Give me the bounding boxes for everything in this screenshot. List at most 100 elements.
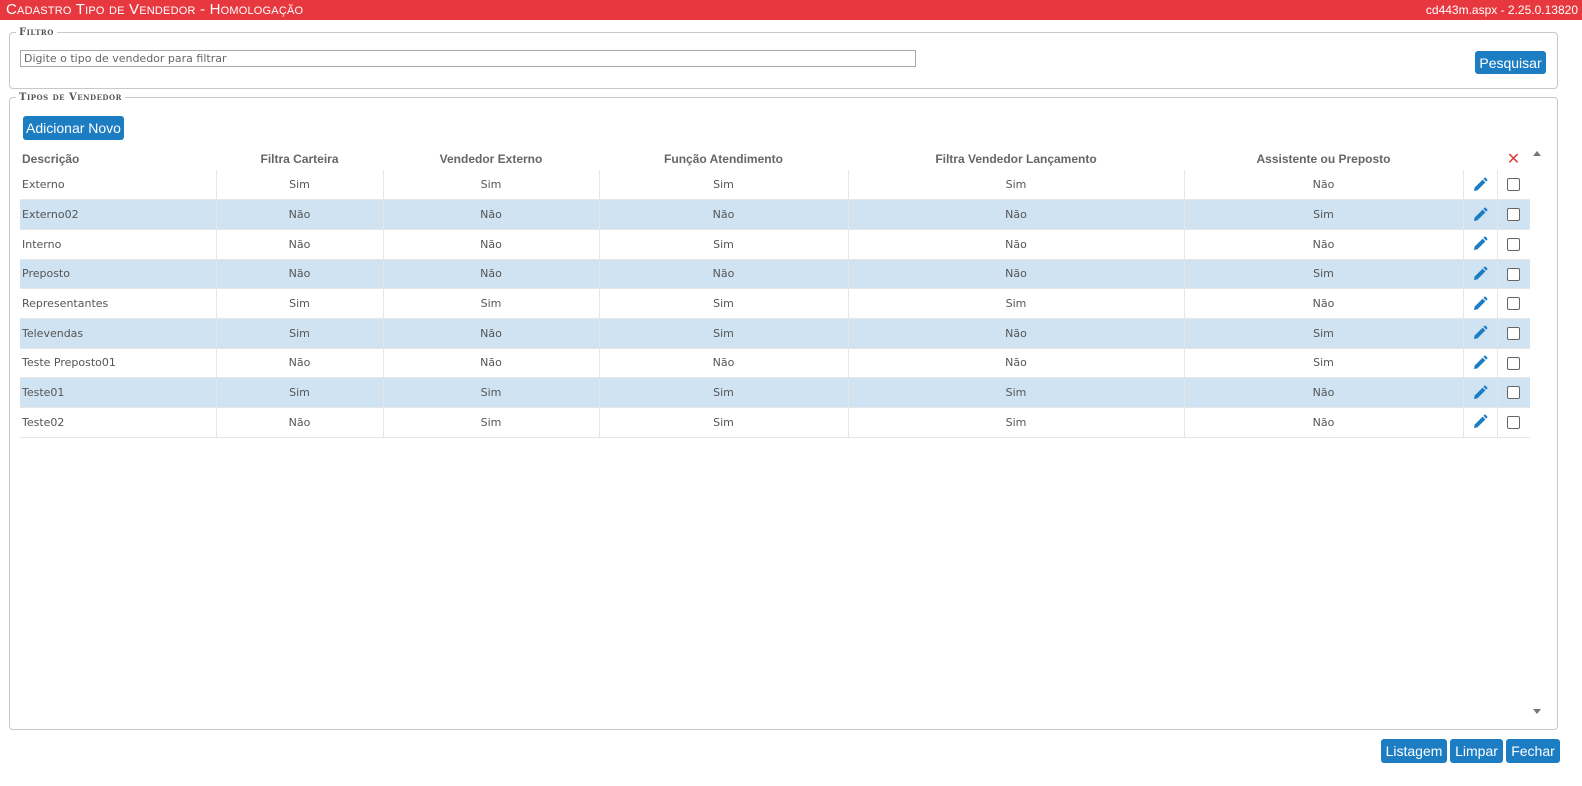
row-select-checkbox[interactable] (1507, 386, 1521, 400)
table-row[interactable]: Interno Não Não Sim Não Não (20, 229, 1530, 260)
cell-value: Não (216, 259, 384, 290)
column-header-filtra-vendedor-lancamento[interactable]: Filtra Vendedor Lançamento (848, 147, 1184, 170)
delete-selected-icon[interactable]: ✕ (1497, 147, 1530, 170)
row-select-checkbox[interactable] (1507, 327, 1521, 341)
pencil-icon[interactable] (1472, 414, 1488, 429)
cell-descricao: Teste01 (20, 377, 217, 408)
cell-value: Sim (599, 407, 849, 438)
cell-descricao: Representantes (20, 288, 217, 319)
cell-value: Não (383, 259, 600, 290)
cell-value: Sim (1184, 259, 1464, 290)
pencil-icon[interactable] (1472, 266, 1488, 280)
column-header-assistente-ou-preposto[interactable]: Assistente ou Preposto (1184, 147, 1463, 170)
cell-value: Não (383, 348, 600, 379)
cell-value: Sim (599, 170, 849, 201)
table-row[interactable]: Teste Preposto01 Não Não Não Não Sim (20, 348, 1530, 379)
pencil-icon[interactable] (1472, 207, 1488, 221)
cell-descricao: Externo02 (20, 199, 217, 230)
cell-value: Sim (1184, 348, 1464, 379)
cell-value: Não (848, 229, 1185, 260)
scroll-up-arrow-icon[interactable] (1533, 151, 1541, 156)
table-row[interactable]: Preposto Não Não Não Não Sim (20, 259, 1530, 290)
column-header-filtra-carteira[interactable]: Filtra Carteira (216, 147, 383, 170)
cell-value: Sim (216, 288, 384, 319)
cell-value: Não (1184, 170, 1464, 201)
edit-cell (1463, 407, 1498, 438)
cell-value: Sim (383, 377, 600, 408)
scroll-down-arrow-icon[interactable] (1533, 709, 1541, 714)
cell-descricao: Interno (20, 229, 217, 260)
select-cell (1497, 199, 1530, 230)
cell-value: Sim (216, 170, 384, 201)
table-row[interactable]: Teste01 Sim Sim Sim Sim Não (20, 377, 1530, 408)
seller-types-table: Descrição Filtra Carteira Vendedor Exter… (20, 147, 1530, 438)
pencil-icon[interactable] (1472, 177, 1488, 191)
select-cell (1497, 170, 1530, 201)
select-cell (1497, 348, 1530, 379)
cell-value: Não (216, 407, 384, 438)
row-select-checkbox[interactable] (1507, 178, 1521, 192)
table-row[interactable]: Representantes Sim Sim Sim Sim Não (20, 288, 1530, 319)
edit-cell (1463, 199, 1498, 230)
cell-value: Não (216, 348, 384, 379)
row-select-checkbox[interactable] (1507, 267, 1521, 281)
cell-value: Sim (848, 170, 1185, 201)
cell-value: Não (599, 259, 849, 290)
cell-value: Sim (383, 288, 600, 319)
cell-value: Sim (383, 170, 600, 201)
row-select-checkbox[interactable] (1507, 356, 1521, 370)
pencil-icon[interactable] (1472, 385, 1488, 399)
pencil-icon[interactable] (1472, 355, 1488, 369)
page-title: Cadastro Tipo de Vendedor - Homologação (6, 1, 304, 18)
cell-value: Sim (383, 407, 600, 438)
table-row[interactable]: Teste02 Não Sim Sim Sim Não (20, 407, 1530, 438)
search-button[interactable]: Pesquisar (1475, 51, 1546, 74)
table-row[interactable]: Externo Sim Sim Sim Sim Não (20, 170, 1530, 201)
column-header-vendedor-externo[interactable]: Vendedor Externo (383, 147, 599, 170)
select-cell (1497, 407, 1530, 438)
cell-value: Não (1184, 407, 1464, 438)
row-select-checkbox[interactable] (1507, 237, 1521, 251)
cell-value: Não (848, 199, 1185, 230)
cell-descricao: Teste02 (20, 407, 217, 438)
list-button[interactable]: Listagem (1381, 739, 1447, 763)
edit-cell (1463, 377, 1498, 408)
cell-value: Não (216, 199, 384, 230)
row-select-checkbox[interactable] (1507, 416, 1521, 430)
edit-cell (1463, 318, 1498, 349)
cell-value: Não (599, 199, 849, 230)
pencil-icon[interactable] (1472, 236, 1488, 251)
clear-button[interactable]: Limpar (1450, 739, 1503, 763)
row-select-checkbox[interactable] (1507, 297, 1521, 311)
table-row[interactable]: Externo02 Não Não Não Não Sim (20, 199, 1530, 230)
cell-value: Sim (599, 229, 849, 260)
cell-value: Não (383, 229, 600, 260)
pencil-icon[interactable] (1472, 296, 1488, 310)
filter-input[interactable] (20, 50, 916, 67)
close-button[interactable]: Fechar (1506, 739, 1560, 763)
table-row[interactable]: Televendas Sim Não Sim Não Sim (20, 318, 1530, 349)
column-header-descricao[interactable]: Descrição (20, 147, 216, 170)
pencil-icon[interactable] (1472, 325, 1488, 340)
cell-value: Sim (1184, 318, 1464, 349)
cell-value: Não (848, 318, 1185, 349)
cell-value: Sim (599, 377, 849, 408)
version-label: cd443m.aspx - 2.25.0.13820 (1425, 3, 1578, 17)
select-cell (1497, 259, 1530, 290)
edit-cell (1463, 348, 1498, 379)
cell-descricao: Externo (20, 170, 217, 201)
title-bar: Cadastro Tipo de Vendedor - Homologação … (0, 0, 1582, 20)
select-cell (1497, 377, 1530, 408)
edit-cell (1463, 229, 1498, 260)
column-header-funcao-atendimento[interactable]: Função Atendimento (599, 147, 848, 170)
cell-value: Sim (216, 377, 384, 408)
cell-descricao: Televendas (20, 318, 217, 349)
add-new-button[interactable]: Adicionar Novo (23, 116, 124, 140)
cell-value: Sim (848, 377, 1185, 408)
filter-legend: Filtro (19, 27, 54, 38)
row-select-checkbox[interactable] (1507, 208, 1521, 222)
cell-value: Sim (1184, 199, 1464, 230)
cell-value: Sim (599, 288, 849, 319)
cell-value: Não (599, 348, 849, 379)
table-header-row: Descrição Filtra Carteira Vendedor Exter… (20, 147, 1530, 170)
